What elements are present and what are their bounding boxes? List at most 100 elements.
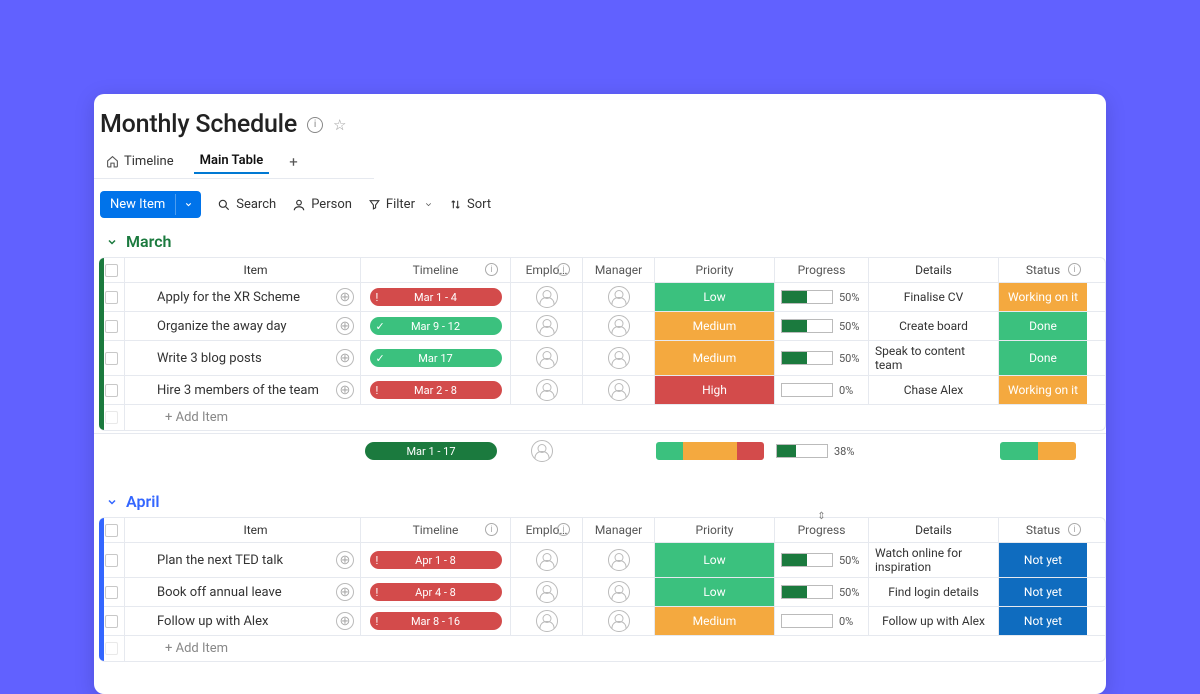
priority-cell[interactable]: Low [655,283,775,311]
priority-cell[interactable]: Medium [655,607,775,635]
drag-handle-icon[interactable]: ⇕ [817,511,825,522]
avatar-icon[interactable] [536,347,558,369]
manager-cell[interactable] [583,283,655,311]
manager-cell[interactable] [583,376,655,404]
status-cell[interactable]: Not yet [999,578,1087,606]
table-row[interactable]: Follow up with Alex ⊕ !Mar 8 - 16 Medium… [99,607,1105,636]
column-timeline[interactable]: Timelinei [361,258,511,282]
favorite-star-icon[interactable]: ☆ [333,116,346,134]
row-checkbox[interactable] [99,283,125,311]
column-details[interactable]: Details [869,518,999,542]
avatar-icon[interactable] [536,549,558,571]
progress-cell[interactable]: 50% [775,341,869,375]
table-row[interactable]: Organize the away day ⊕ ✓Mar 9 - 12 Medi… [99,312,1105,341]
status-cell[interactable]: Not yet [999,543,1087,577]
column-timeline[interactable]: Timelinei [361,518,511,542]
item-name-cell[interactable]: Apply for the XR Scheme ⊕ [125,283,361,311]
column-item[interactable]: Item [125,518,361,542]
timeline-cell[interactable]: !Mar 8 - 16 [361,607,511,635]
add-item-row[interactable]: + Add Item [99,405,1105,430]
status-cell[interactable]: Not yet [999,607,1087,635]
column-employee[interactable]: Emplo…i [511,518,583,542]
employee-cell[interactable] [511,341,583,375]
tab-main-table[interactable]: Main Table [194,149,270,174]
avatar-icon[interactable] [536,379,558,401]
details-cell[interactable]: Create board [869,312,999,340]
chat-icon[interactable]: ⊕ [336,349,354,367]
info-icon[interactable]: i [485,263,498,276]
progress-cell[interactable]: 50% [775,312,869,340]
column-employee[interactable]: Emplo…i [511,258,583,282]
column-progress[interactable]: Progress [775,258,869,282]
progress-cell[interactable]: 0% [775,376,869,404]
status-cell[interactable]: Working on it [999,376,1087,404]
item-name-cell[interactable]: Book off annual leave ⊕ [125,578,361,606]
table-row[interactable]: Hire 3 members of the team ⊕ !Mar 2 - 8 … [99,376,1105,405]
details-cell[interactable]: Find login details [869,578,999,606]
add-item-row[interactable]: + Add Item [99,636,1105,661]
info-icon[interactable]: i [485,523,498,536]
progress-cell[interactable]: 50% [775,578,869,606]
info-icon[interactable]: i [307,117,323,133]
row-checkbox[interactable] [99,405,125,430]
avatar-icon[interactable] [608,315,630,337]
employee-cell[interactable] [511,312,583,340]
timeline-cell[interactable]: !Mar 1 - 4 [361,283,511,311]
timeline-cell[interactable]: ✓Mar 17 [361,341,511,375]
table-row[interactable]: Write 3 blog posts ⊕ ✓Mar 17 Medium 50% … [99,341,1105,376]
chat-icon[interactable]: ⊕ [336,317,354,335]
search-button[interactable]: Search [217,197,276,212]
item-name-cell[interactable]: Plan the next TED talk ⊕ [125,543,361,577]
tab-timeline[interactable]: Timeline [100,150,180,173]
timeline-cell[interactable]: ✓Mar 9 - 12 [361,312,511,340]
column-priority[interactable]: Priority [655,258,775,282]
priority-cell[interactable]: Low [655,543,775,577]
item-name-cell[interactable]: Hire 3 members of the team ⊕ [125,376,361,404]
priority-cell[interactable]: Medium [655,312,775,340]
column-status[interactable]: Statusi [999,258,1087,282]
timeline-cell[interactable]: !Apr 4 - 8 [361,578,511,606]
timeline-cell[interactable]: !Mar 2 - 8 [361,376,511,404]
details-cell[interactable]: Follow up with Alex [869,607,999,635]
sort-button[interactable]: Sort [449,197,491,212]
table-row[interactable]: Book off annual leave ⊕ !Apr 4 - 8 Low 5… [99,578,1105,607]
row-checkbox[interactable] [99,312,125,340]
employee-cell[interactable] [511,607,583,635]
manager-cell[interactable] [583,312,655,340]
row-checkbox[interactable] [99,376,125,404]
details-cell[interactable]: Chase Alex [869,376,999,404]
avatar-icon[interactable] [536,286,558,308]
table-row[interactable]: Plan the next TED talk ⊕ !Apr 1 - 8 Low … [99,543,1105,578]
item-name-cell[interactable]: Write 3 blog posts ⊕ [125,341,361,375]
priority-cell[interactable]: Medium [655,341,775,375]
chevron-down-icon[interactable] [175,194,201,215]
new-item-button[interactable]: New Item [100,191,201,218]
column-item[interactable]: Item [125,258,361,282]
avatar-icon[interactable] [608,347,630,369]
chat-icon[interactable]: ⊕ [336,612,354,630]
row-checkbox[interactable] [99,636,125,661]
column-details[interactable]: Details [869,258,999,282]
column-status[interactable]: Statusi [999,518,1087,542]
select-all-checkbox[interactable] [99,518,125,542]
status-cell[interactable]: Working on it [999,283,1087,311]
details-cell[interactable]: Finalise CV [869,283,999,311]
select-all-checkbox[interactable] [99,258,125,282]
employee-cell[interactable] [511,578,583,606]
avatar-icon[interactable] [536,315,558,337]
manager-cell[interactable] [583,607,655,635]
progress-cell[interactable]: 50% [775,543,869,577]
chevron-down-icon[interactable] [106,236,118,248]
person-filter-button[interactable]: Person [292,197,352,212]
info-icon[interactable]: i [1068,523,1081,536]
row-checkbox[interactable] [99,341,125,375]
chevron-down-icon[interactable] [106,496,118,508]
add-view-button[interactable]: + [283,153,304,171]
info-icon[interactable]: i [1068,263,1081,276]
chat-icon[interactable]: ⊕ [336,551,354,569]
avatar-icon[interactable] [608,379,630,401]
item-name-cell[interactable]: Follow up with Alex ⊕ [125,607,361,635]
info-icon[interactable]: i [557,263,570,276]
details-cell[interactable]: Watch online for inspiration [869,543,999,577]
manager-cell[interactable] [583,578,655,606]
